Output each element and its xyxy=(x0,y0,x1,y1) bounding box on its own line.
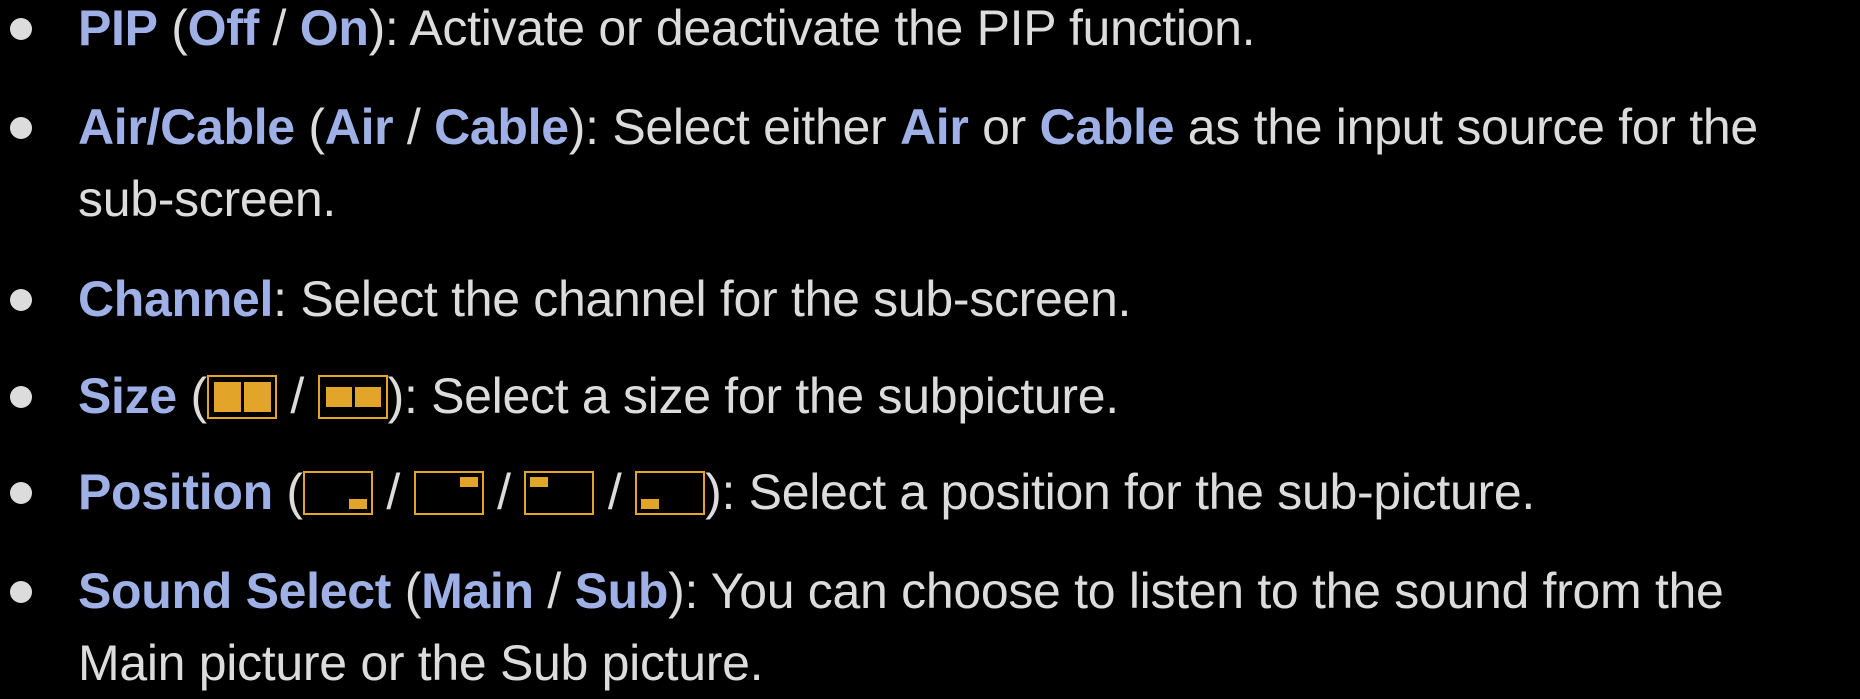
option: Main xyxy=(421,563,534,619)
position-bottom-right-icon xyxy=(302,471,373,515)
term: Sound Select xyxy=(78,563,392,619)
description: ): You can choose to listen to the sound… xyxy=(668,563,1724,619)
option: On xyxy=(299,0,369,56)
position-bottom-left-icon xyxy=(635,471,706,515)
bullet xyxy=(10,386,32,408)
bullet xyxy=(10,18,32,40)
item-text: Size ( / ): Select a size for the subpic… xyxy=(78,360,1119,432)
bullet xyxy=(10,482,32,504)
paren-open: ( xyxy=(157,0,188,56)
pip-settings-list: PIP (Off / On): Activate or deactivate t… xyxy=(0,0,1860,692)
bullet xyxy=(10,581,32,603)
keyword: Air xyxy=(899,99,969,155)
term: Position xyxy=(78,464,273,520)
description-continued: sub-screen. xyxy=(78,171,336,227)
option: Sub xyxy=(574,563,669,619)
item-text: Position ( / / / ): Select a position fo… xyxy=(78,456,1535,528)
separator: / xyxy=(393,99,435,155)
term: Size xyxy=(78,368,177,424)
description: ): Activate or deactivate the PIP functi… xyxy=(368,0,1256,56)
separator: / xyxy=(258,0,300,56)
separator: / xyxy=(533,563,575,619)
separator: / xyxy=(276,368,318,424)
description: as the input source for the xyxy=(1174,99,1758,155)
item-text: Channel: Select the channel for the sub-… xyxy=(78,263,1131,335)
term: Channel xyxy=(78,271,274,327)
keyword: Cable xyxy=(1039,99,1175,155)
separator: / xyxy=(372,464,414,520)
option: Cable xyxy=(434,99,569,155)
description: : Select the channel for the sub-screen. xyxy=(273,271,1132,327)
size-large-icon xyxy=(206,375,277,419)
paren-open: ( xyxy=(176,368,207,424)
term: Air/Cable xyxy=(78,99,295,155)
description: ): Select either xyxy=(568,99,900,155)
term: PIP xyxy=(78,0,158,56)
paren-open: ( xyxy=(294,99,325,155)
position-top-right-icon xyxy=(413,471,484,515)
option: Off xyxy=(187,0,260,56)
bullet xyxy=(10,117,32,139)
size-small-icon xyxy=(317,375,388,419)
bullet xyxy=(10,289,32,311)
separator: / xyxy=(483,464,525,520)
description: ): Select a position for the sub-picture… xyxy=(705,464,1535,520)
item-text: Air/Cable (Air / Cable): Select either A… xyxy=(78,91,1758,235)
description-continued: Main picture or the Sub picture. xyxy=(78,635,764,691)
item-text: Sound Select (Main / Sub): You can choos… xyxy=(78,555,1724,699)
description: or xyxy=(968,99,1040,155)
item-text: PIP (Off / On): Activate or deactivate t… xyxy=(78,0,1256,64)
paren-open: ( xyxy=(272,464,303,520)
position-top-left-icon xyxy=(524,471,595,515)
separator: / xyxy=(594,464,636,520)
option: Air xyxy=(324,99,394,155)
description: ): Select a size for the subpicture. xyxy=(387,368,1120,424)
paren-open: ( xyxy=(391,563,422,619)
